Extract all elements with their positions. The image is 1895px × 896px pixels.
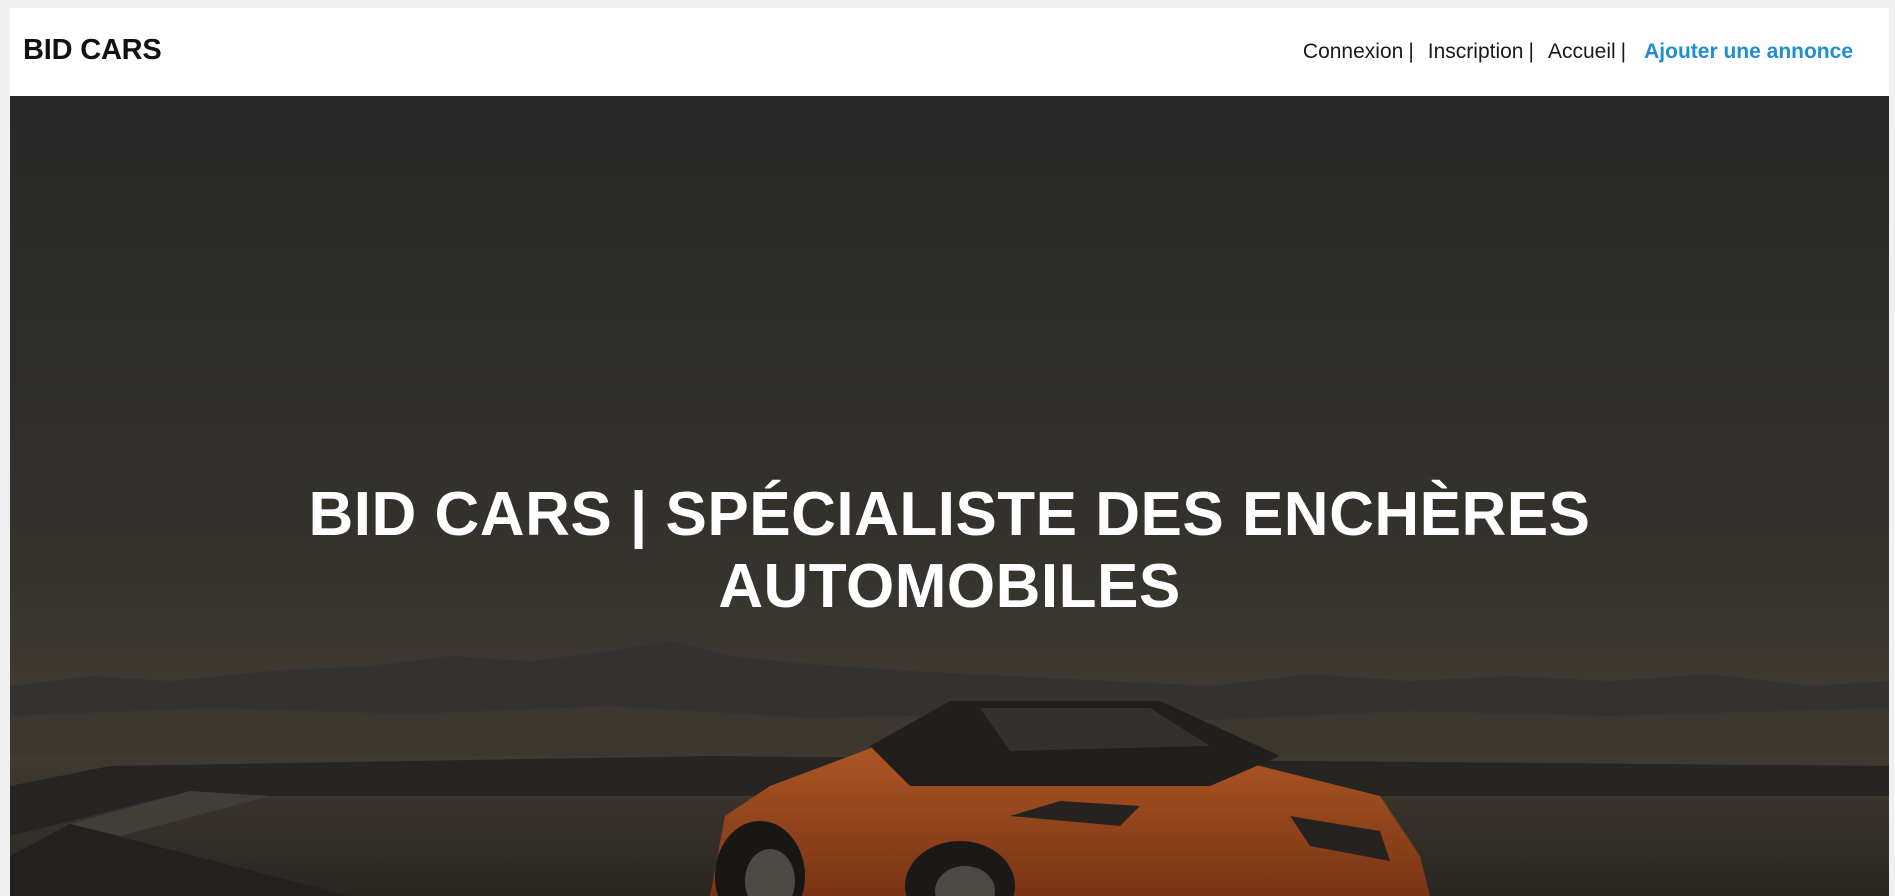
- hero-banner: BID CARS | SPÉCIALISTE DES ENCHÈRES AUTO…: [10, 96, 1889, 896]
- add-listing-link[interactable]: Ajouter une annonce: [1644, 40, 1853, 64]
- hero-title-line-2: AUTOMOBILES: [718, 552, 1181, 621]
- top-navbar: BID CARS Connexion | Inscription | Accue…: [10, 8, 1889, 96]
- hero-title: BID CARS | SPÉCIALISTE DES ENCHÈRES AUTO…: [10, 479, 1889, 623]
- nav-separator: |: [1408, 40, 1414, 63]
- nav-login-link[interactable]: Connexion: [1303, 40, 1403, 64]
- nav-home-link[interactable]: Accueil: [1548, 40, 1616, 64]
- page: BID CARS Connexion | Inscription | Accue…: [10, 8, 1889, 896]
- nav-menu: Connexion | Inscription | Accueil | Ajou…: [1303, 40, 1853, 64]
- nav-signup-link[interactable]: Inscription: [1428, 40, 1524, 64]
- nav-separator: |: [1620, 40, 1627, 63]
- hero-title-line-1: BID CARS | SPÉCIALISTE DES ENCHÈRES: [308, 480, 1591, 549]
- brand-logo[interactable]: BID CARS: [23, 34, 162, 67]
- nav-separator: |: [1528, 40, 1534, 63]
